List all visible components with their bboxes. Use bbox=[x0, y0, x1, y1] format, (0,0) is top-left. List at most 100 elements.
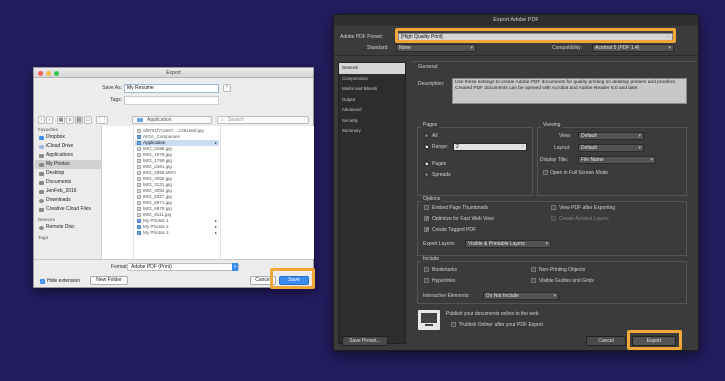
coverflow-icon: ▭ bbox=[85, 117, 91, 123]
sidebar-item-remote-disc[interactable]: Remote Disc bbox=[35, 223, 101, 232]
adobe-cancel-button[interactable]: Cancel bbox=[586, 336, 626, 346]
back-button[interactable]: ‹ bbox=[38, 116, 45, 124]
sidebar-item-label: Remote Disc bbox=[46, 224, 75, 230]
export-layers-label: Export Layers: bbox=[423, 241, 456, 247]
non-printing-checkbox[interactable] bbox=[531, 267, 536, 272]
description-label: Description: bbox=[418, 81, 445, 87]
tagged-pdf-label: Create Tagged PDF bbox=[432, 227, 477, 233]
tagged-pdf-checkbox[interactable]: ✓ bbox=[424, 227, 429, 233]
columns-icon: ▥ bbox=[76, 117, 82, 123]
fullscreen-checkbox[interactable] bbox=[543, 170, 548, 175]
category-advanced[interactable]: Advanced bbox=[339, 105, 405, 116]
guides-grids-checkbox[interactable] bbox=[531, 278, 536, 283]
icon-view-button[interactable]: ▦ bbox=[57, 116, 65, 124]
folder-icon bbox=[137, 118, 143, 122]
category-summary[interactable]: Summary bbox=[339, 126, 405, 137]
compatibility-select[interactable]: Acrobat 5 (PDF 1.4) bbox=[592, 44, 674, 52]
pages-option-label: Pages bbox=[432, 161, 447, 167]
sidebar-item-icloud[interactable]: iCloud Drive bbox=[35, 142, 101, 151]
column-view-button[interactable]: ▥ bbox=[75, 116, 83, 124]
sidebar-item-label: Documents bbox=[46, 179, 72, 185]
hyperlinks-checkbox[interactable] bbox=[424, 278, 429, 283]
search-placeholder: Search bbox=[228, 117, 244, 123]
publish-online-text: Publish your documents online to the web bbox=[446, 311, 539, 317]
category-output[interactable]: Output bbox=[339, 95, 405, 106]
save-as-input[interactable]: My Resume bbox=[124, 84, 219, 93]
column-divider bbox=[220, 126, 221, 259]
forward-button[interactable]: › bbox=[46, 116, 53, 124]
format-label: Format: bbox=[110, 264, 128, 270]
optimize-label: Optimize for Fast Web View bbox=[432, 216, 494, 222]
acrobat-layers-checkbox[interactable] bbox=[551, 216, 556, 221]
location-label: Application bbox=[147, 117, 172, 123]
folder-icon bbox=[137, 219, 141, 223]
zoom-window-icon[interactable] bbox=[54, 70, 59, 76]
image-file-icon bbox=[137, 207, 141, 211]
dropbox-icon bbox=[39, 135, 44, 140]
image-file-icon bbox=[137, 129, 141, 133]
category-security[interactable]: Security bbox=[339, 116, 405, 127]
list-view-button[interactable]: ≡ bbox=[66, 116, 74, 124]
close-window-icon[interactable] bbox=[38, 70, 43, 76]
sidebar-item-label: JenFeb_2016 bbox=[46, 188, 77, 194]
spreads-radio[interactable] bbox=[424, 172, 429, 177]
list-item[interactable]: My Photos 3 ▸ bbox=[135, 230, 219, 236]
layout-label: Layout: bbox=[554, 145, 571, 151]
sidebar-item-my-photos[interactable]: My Photos bbox=[35, 160, 101, 169]
image-file-icon bbox=[137, 165, 141, 169]
export-dialog: Export Save As: My Resume ⌃ Tags: ‹ › ▦ … bbox=[33, 67, 314, 288]
category-general[interactable]: General bbox=[339, 63, 405, 74]
pages-radio[interactable] bbox=[424, 161, 429, 166]
category-marks-and-bleeds[interactable]: Marks and Bleeds bbox=[339, 84, 405, 95]
sidebar-item-documents[interactable]: Documents bbox=[35, 178, 101, 187]
interactive-elements-select[interactable]: Do Not Include bbox=[483, 292, 559, 300]
sidebar-item-downloads[interactable]: Downloads bbox=[35, 196, 101, 205]
publish-online-checkbox[interactable] bbox=[451, 322, 456, 327]
arrange-button[interactable]: ⋮⋮ bbox=[96, 116, 108, 124]
sidebar-item-label: Desktop bbox=[46, 170, 65, 176]
export-layers-select[interactable]: Visible & Printable Layers bbox=[465, 240, 551, 248]
view-select[interactable]: Default bbox=[578, 132, 644, 140]
tags-header: Tags bbox=[38, 235, 49, 240]
new-folder-button[interactable]: New Folder bbox=[90, 276, 128, 285]
interactive-elements-label: Interactive Elements: bbox=[423, 293, 470, 299]
embed-thumbnails-checkbox[interactable] bbox=[424, 205, 429, 210]
hide-extension-checkbox[interactable]: ✓ bbox=[40, 278, 45, 284]
sidebar-item-jenfeb[interactable]: JenFeb_2016 bbox=[35, 187, 101, 196]
coverflow-view-button[interactable]: ▭ bbox=[84, 116, 92, 124]
bookmarks-checkbox[interactable] bbox=[424, 267, 429, 272]
standard-select[interactable]: None bbox=[396, 44, 476, 52]
finder-sidebar: Favorites Dropbox iCloud Drive Applicati… bbox=[35, 126, 101, 256]
range-radio[interactable] bbox=[424, 144, 429, 149]
expand-dialog-button[interactable]: ⌃ bbox=[223, 84, 231, 92]
view-after-export-checkbox[interactable] bbox=[551, 205, 556, 210]
range-input[interactable]: 2 bbox=[453, 143, 527, 151]
display-title-select[interactable]: File Name bbox=[578, 156, 656, 164]
image-file-icon bbox=[137, 201, 141, 205]
hide-extension-label: Hide extension bbox=[47, 278, 81, 284]
spreads-label: Spreads bbox=[432, 172, 451, 178]
search-field[interactable]: ⌕ Search bbox=[217, 116, 309, 124]
sidebar-item-dropbox[interactable]: Dropbox bbox=[35, 133, 101, 142]
format-popup[interactable]: Adobe PDF (Print) ⇕ bbox=[127, 263, 239, 271]
minimize-window-icon[interactable] bbox=[46, 70, 51, 76]
pages-title: Pages bbox=[421, 122, 440, 128]
standard-label: Standard: bbox=[367, 45, 389, 51]
save-as-label: Save As: bbox=[102, 85, 122, 91]
sidebar-item-applications[interactable]: Applications bbox=[35, 151, 101, 160]
category-compression[interactable]: Compression bbox=[339, 74, 405, 85]
tags-input[interactable] bbox=[124, 96, 219, 105]
layout-select[interactable]: Default bbox=[578, 144, 644, 152]
optimize-checkbox[interactable]: ✓ bbox=[424, 216, 429, 222]
creative-cloud-icon bbox=[39, 207, 44, 212]
save-preset-button[interactable]: Save Preset... bbox=[342, 336, 388, 346]
image-file-icon bbox=[137, 195, 141, 199]
sidebar-item-desktop[interactable]: Desktop bbox=[35, 169, 101, 178]
downloads-icon bbox=[39, 198, 44, 203]
acrobat-layers-label: Create Acrobat Layers bbox=[559, 216, 609, 222]
divider bbox=[412, 61, 696, 62]
sidebar-item-creative-cloud[interactable]: Creative Cloud Files bbox=[35, 205, 101, 214]
hide-extension-row[interactable]: ✓ Hide extension bbox=[40, 278, 80, 284]
all-pages-radio[interactable] bbox=[424, 133, 429, 138]
location-popup[interactable]: Application bbox=[132, 116, 212, 124]
